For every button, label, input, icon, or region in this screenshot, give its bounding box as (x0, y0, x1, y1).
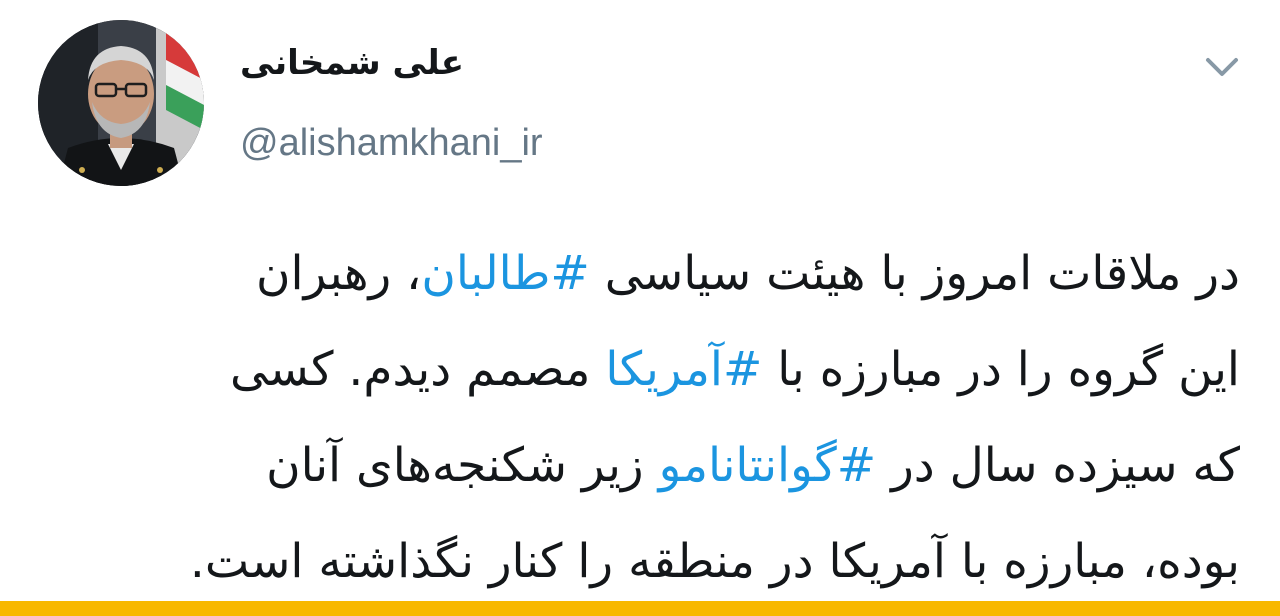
hashtag-link[interactable]: #طالبان (421, 246, 589, 301)
hashtag-link[interactable]: #آمریکا (605, 342, 762, 397)
tweet-card: علی شمخانی @alishamkhani_ir در ملاقات ام… (0, 0, 1280, 616)
avatar[interactable] (38, 20, 204, 186)
tweet-text-segment: زیر شکنجه‌های آنان (266, 438, 659, 493)
chevron-down-icon[interactable] (1202, 48, 1242, 84)
tweet-text-segment: بوده، مبارزه با آمریکا در منطقه را کنار … (189, 534, 1240, 589)
tweet-line: بوده، مبارزه با آمریکا در منطقه را کنار … (30, 514, 1240, 610)
tweet-text-segment: که سیزده سال در (876, 438, 1240, 493)
tweet-text: در ملاقات امروز با هیئت سیاسی #طالبان، ر… (30, 226, 1240, 610)
tweet-text-segment: این گروه را در مبارزه با (762, 342, 1240, 397)
tweet-text-segment: مصمم دیدم. کسی (230, 342, 606, 397)
display-name[interactable]: علی شمخانی (240, 38, 490, 88)
avatar-image (38, 20, 204, 186)
tweet-line: در ملاقات امروز با هیئت سیاسی #طالبان، ر… (30, 226, 1240, 322)
user-handle[interactable]: @alishamkhani_ir (240, 118, 543, 168)
tweet-text-segment: در ملاقات امروز با هیئت سیاسی (589, 246, 1240, 301)
bottom-accent-bar (0, 601, 1280, 616)
tweet-line: که سیزده سال در #گوانتانامو زیر شکنجه‌ها… (30, 418, 1240, 514)
hashtag-link[interactable]: #گوانتانامو (659, 438, 877, 493)
tweet-text-segment: ، رهبران (256, 246, 422, 301)
tweet-line: این گروه را در مبارزه با #آمریکا مصمم دی… (30, 322, 1240, 418)
